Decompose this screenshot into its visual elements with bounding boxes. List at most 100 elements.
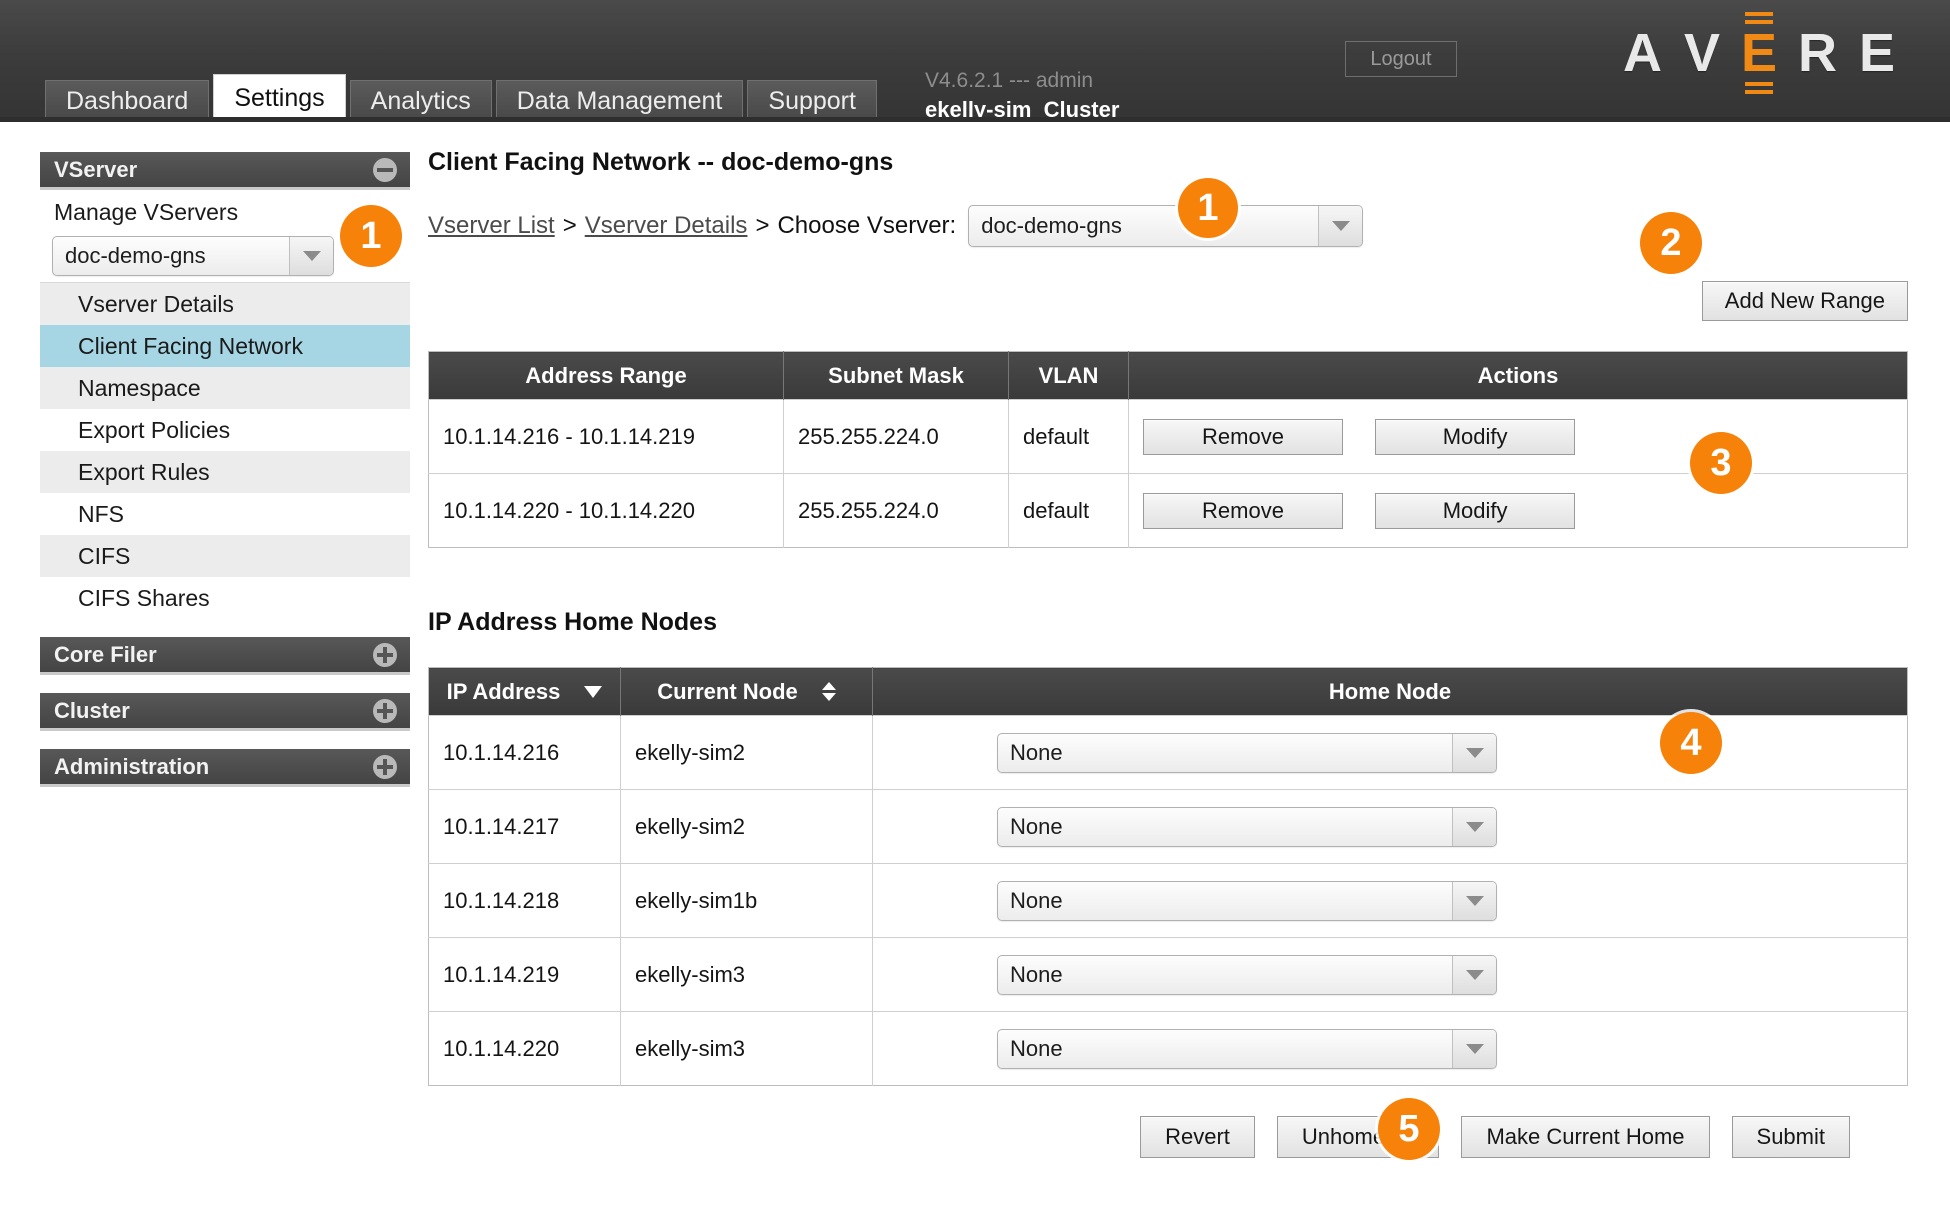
logo-dash-bottom-1 (1745, 82, 1773, 86)
chevron-down-icon[interactable] (1452, 734, 1496, 772)
cell-ip-address: 10.1.14.217 (429, 790, 621, 864)
logo-dash-bottom-2 (1745, 90, 1773, 94)
sidebar-item-label: Export Policies (78, 417, 230, 444)
sidebar-item-export-rules[interactable]: Export Rules (40, 451, 410, 493)
sidebar-section-vserver[interactable]: VServer (40, 152, 410, 190)
page-title: Client Facing Network -- doc-demo-gns (428, 148, 1908, 177)
make-current-home-label: Make Current Home (1486, 1124, 1684, 1150)
home-node-select[interactable]: None (997, 955, 1497, 995)
cell-current-node: ekelly-sim3 (621, 938, 873, 1012)
logout-button[interactable]: Logout (1345, 41, 1457, 77)
plus-icon[interactable] (373, 755, 397, 779)
sort-descending-icon[interactable] (584, 686, 602, 698)
sidebar-item-client-facing-network[interactable]: Client Facing Network (40, 325, 410, 367)
sidebar-item-namespace[interactable]: Namespace (40, 367, 410, 409)
col-address-range: Address Range (429, 352, 784, 400)
tab-data-management-label: Data Management (517, 87, 723, 116)
table-row: 10.1.14.216 - 10.1.14.219 255.255.224.0 … (429, 400, 1908, 474)
table-row: 10.1.14.220 ekelly-sim3 None (429, 1012, 1908, 1086)
chevron-down-icon[interactable] (1452, 1030, 1496, 1068)
sidebar-item-label: Vserver Details (78, 291, 234, 318)
sidebar-item-nfs[interactable]: NFS (40, 493, 410, 535)
main-tabs: Dashboard Settings Analytics Data Manage… (45, 74, 881, 122)
chevron-down-icon[interactable] (1452, 882, 1496, 920)
callout-number: 3 (1710, 442, 1731, 485)
chevron-down-icon[interactable] (289, 237, 333, 275)
plus-icon[interactable] (373, 699, 397, 723)
tab-dashboard[interactable]: Dashboard (45, 80, 209, 122)
sort-unsorted-icon[interactable] (822, 682, 836, 701)
make-current-home-button[interactable]: Make Current Home (1461, 1116, 1709, 1158)
home-node-select[interactable]: None (997, 807, 1497, 847)
minus-icon[interactable] (373, 158, 397, 182)
table-row: 10.1.14.219 ekelly-sim3 None (429, 938, 1908, 1012)
remove-label: Remove (1202, 424, 1284, 450)
callout-number: 4 (1680, 722, 1701, 765)
cell-ip-address: 10.1.14.218 (429, 864, 621, 938)
version-text: V4.6.2.1 --- admin (925, 68, 1119, 94)
main-content: Client Facing Network -- doc-demo-gns Vs… (428, 148, 1908, 1158)
tab-analytics[interactable]: Analytics (350, 80, 492, 122)
tab-support[interactable]: Support (747, 80, 877, 122)
sidebar-section-core-filer[interactable]: Core Filer (40, 637, 410, 675)
app-root: Logout A V E R E V4.6.2.1 --- admin ekel… (0, 0, 1950, 1206)
sidebar-item-vserver-details[interactable]: Vserver Details (40, 283, 410, 325)
home-node-value: None (998, 1036, 1452, 1062)
col-actions: Actions (1129, 352, 1908, 400)
revert-button[interactable]: Revert (1140, 1116, 1255, 1158)
manage-vservers-label: Manage VServers (54, 199, 238, 226)
address-ranges-table: Address Range Subnet Mask VLAN Actions 1… (428, 351, 1908, 548)
home-node-select[interactable]: None (997, 1029, 1497, 1069)
sidebar-item-export-policies[interactable]: Export Policies (40, 409, 410, 451)
sidebar-section-vserver-label: VServer (54, 157, 137, 183)
table-row: 10.1.14.217 ekelly-sim2 None (429, 790, 1908, 864)
cell-address-range: 10.1.14.216 - 10.1.14.219 (429, 400, 784, 474)
sidebar-section-core-filer-label: Core Filer (54, 642, 157, 668)
modify-button[interactable]: Modify (1375, 419, 1575, 455)
col-ip-address[interactable]: IP Address (429, 668, 621, 716)
col-current-node[interactable]: Current Node (621, 668, 873, 716)
chevron-down-icon[interactable] (1318, 206, 1362, 246)
table-header-row: Address Range Subnet Mask VLAN Actions (429, 352, 1908, 400)
remove-button[interactable]: Remove (1143, 493, 1343, 529)
tab-data-management[interactable]: Data Management (496, 80, 744, 122)
address-ranges-thead: Address Range Subnet Mask VLAN Actions (429, 352, 1908, 400)
sidebar-item-cifs[interactable]: CIFS (40, 535, 410, 577)
callout-number: 1 (360, 215, 381, 258)
callout-badge-5: 5 (1378, 1098, 1440, 1160)
callout-number: 2 (1660, 222, 1681, 265)
breadcrumb-link-vserver-list[interactable]: Vserver List (428, 212, 555, 240)
callout-badge-1-sidebar: 1 (340, 205, 402, 267)
add-new-range-button[interactable]: Add New Range (1702, 281, 1908, 321)
col-home-node: Home Node (873, 668, 1908, 716)
choose-vserver-select[interactable]: doc-demo-gns (968, 205, 1363, 247)
home-node-select[interactable]: None (997, 881, 1497, 921)
cell-home-node: None (873, 716, 1908, 790)
logo-letter-e-accent: E (1742, 10, 1776, 96)
sidebar-item-cifs-shares[interactable]: CIFS Shares (40, 577, 410, 619)
col-current-node-label: Current Node (657, 679, 798, 705)
cell-ip-address: 10.1.14.216 (429, 716, 621, 790)
logo-letter-a: A (1623, 26, 1662, 80)
callout-badge-1-breadcrumb: 1 (1178, 178, 1238, 238)
vserver-select-value: doc-demo-gns (53, 243, 289, 269)
home-nodes-title: IP Address Home Nodes (428, 608, 1908, 637)
home-node-select[interactable]: None (997, 733, 1497, 773)
chevron-down-icon[interactable] (1452, 808, 1496, 846)
tab-settings-label: Settings (234, 84, 324, 113)
breadcrumb-link-vserver-details[interactable]: Vserver Details (585, 212, 748, 240)
vserver-select[interactable]: doc-demo-gns (52, 236, 334, 276)
footer-buttons: Revert Unhome All Make Current Home Subm… (428, 1116, 1908, 1158)
chevron-down-icon[interactable] (1452, 956, 1496, 994)
remove-button[interactable]: Remove (1143, 419, 1343, 455)
plus-icon[interactable] (373, 643, 397, 667)
tab-dashboard-label: Dashboard (66, 87, 188, 116)
sidebar-section-administration[interactable]: Administration (40, 749, 410, 787)
cell-current-node: ekelly-sim2 (621, 716, 873, 790)
cell-home-node: None (873, 864, 1908, 938)
sidebar-section-cluster[interactable]: Cluster (40, 693, 410, 731)
submit-button[interactable]: Submit (1732, 1116, 1850, 1158)
tab-settings[interactable]: Settings (213, 74, 345, 122)
avere-logo: A V E R E (1623, 22, 1895, 84)
modify-button[interactable]: Modify (1375, 493, 1575, 529)
